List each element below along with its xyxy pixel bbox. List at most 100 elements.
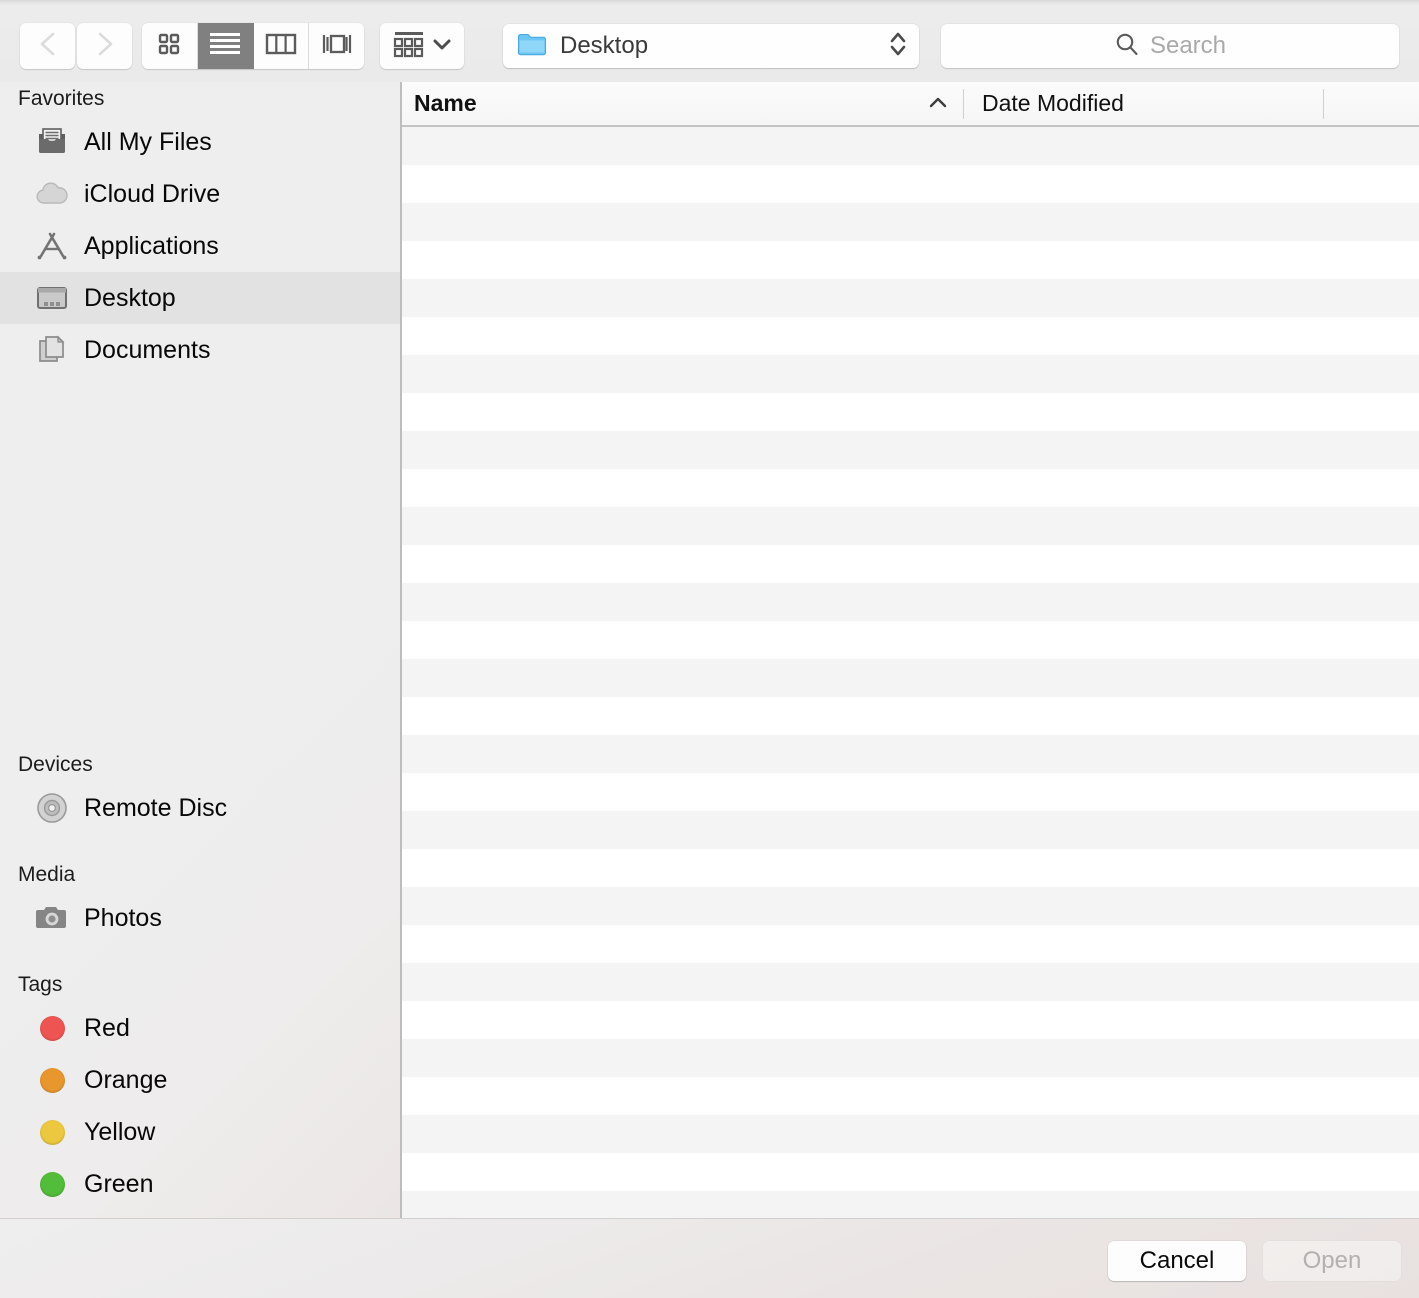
chevron-left-icon [37, 29, 59, 64]
arrange-grid-icon [393, 29, 425, 64]
tag-dot-icon [34, 1062, 70, 1098]
table-row[interactable] [402, 1077, 1419, 1115]
view-mode-icon-button[interactable] [142, 23, 198, 69]
list-lines-icon [208, 31, 242, 62]
table-row[interactable] [402, 659, 1419, 697]
sidebar-item-applications[interactable]: Applications [0, 220, 400, 272]
tag-dot-icon [34, 1010, 70, 1046]
column-divider[interactable] [1323, 89, 1324, 119]
path-label: Desktop [560, 32, 887, 60]
open-button[interactable]: Open [1263, 1241, 1401, 1281]
view-mode-list-button[interactable] [198, 23, 254, 69]
sidebar-spacer [0, 944, 400, 968]
icon-grid-icon [155, 30, 183, 63]
open-file-dialog: Desktop Search Favorites [0, 0, 1419, 1298]
table-row[interactable] [402, 507, 1419, 545]
table-row[interactable] [402, 735, 1419, 773]
table-row[interactable] [402, 317, 1419, 355]
column-header-date-modified[interactable]: Date Modified [982, 82, 1124, 125]
table-row[interactable] [402, 1039, 1419, 1077]
sort-ascending-icon [927, 95, 949, 116]
table-row[interactable] [402, 773, 1419, 811]
sidebar-item-documents[interactable]: Documents [0, 324, 400, 376]
updown-chevron-icon [887, 27, 909, 66]
columns-icon [265, 32, 297, 61]
sidebar-item-tag-yellow[interactable]: Yellow [0, 1106, 400, 1158]
table-row[interactable] [402, 963, 1419, 1001]
sidebar-item-tag-orange[interactable]: Orange [0, 1054, 400, 1106]
sidebar-item-all-my-files[interactable]: All My Files [0, 116, 400, 168]
search-icon [1114, 31, 1140, 62]
dialog-content: Favorites [0, 82, 1419, 1218]
sidebar-item-label: Remote Disc [84, 794, 227, 823]
file-list[interactable]: Name Date Modified [402, 82, 1419, 1218]
sidebar-item-label: Red [84, 1014, 130, 1043]
sidebar-item-label: Photos [84, 904, 162, 933]
photos-icon [34, 900, 70, 936]
view-mode-column-button[interactable] [254, 23, 310, 69]
table-row[interactable] [402, 431, 1419, 469]
table-row[interactable] [402, 355, 1419, 393]
sidebar-item-tag-green[interactable]: Green [0, 1158, 400, 1210]
sidebar-section-media-title: Media [0, 858, 400, 892]
arrange-by-button[interactable] [380, 23, 464, 69]
forward-button[interactable] [77, 23, 132, 69]
sidebar-section-tags-title: Tags [0, 968, 400, 1002]
sidebar-item-label: Documents [84, 336, 210, 365]
column-divider[interactable] [963, 89, 964, 119]
sidebar-item-tag-red[interactable]: Red [0, 1002, 400, 1054]
sidebar-item-remote-disc[interactable]: Remote Disc [0, 782, 400, 834]
chevron-right-icon [94, 29, 116, 64]
sidebar-item-label: Green [84, 1170, 153, 1199]
search-placeholder: Search [1150, 32, 1226, 60]
table-row[interactable] [402, 697, 1419, 735]
remote-disc-icon [34, 790, 70, 826]
back-button[interactable] [20, 23, 75, 69]
table-row[interactable] [402, 393, 1419, 431]
sidebar-section-favorites-title: Favorites [0, 82, 400, 116]
column-header-name[interactable]: Name [414, 82, 477, 125]
sidebar-item-desktop[interactable]: Desktop [0, 272, 400, 324]
table-row[interactable] [402, 887, 1419, 925]
sidebar: Favorites [0, 82, 400, 1218]
sidebar-section-devices-title: Devices [0, 748, 400, 782]
cancel-button[interactable]: Cancel [1108, 1241, 1246, 1281]
table-row[interactable] [402, 1153, 1419, 1191]
sidebar-item-label: Applications [84, 232, 219, 261]
sidebar-item-label: iCloud Drive [84, 180, 220, 209]
table-row[interactable] [402, 1001, 1419, 1039]
file-list-column-header: Name Date Modified [402, 82, 1419, 127]
table-row[interactable] [402, 811, 1419, 849]
path-popup-button[interactable]: Desktop [503, 24, 919, 68]
table-row[interactable] [402, 127, 1419, 165]
all-my-files-icon [34, 124, 70, 160]
sidebar-item-photos[interactable]: Photos [0, 892, 400, 944]
search-field[interactable]: Search [941, 24, 1399, 68]
sidebar-item-label: All My Files [84, 128, 212, 157]
view-mode-segmented-control[interactable] [142, 23, 364, 69]
toolbar: Desktop Search [0, 5, 1419, 82]
table-row[interactable] [402, 583, 1419, 621]
table-row[interactable] [402, 621, 1419, 659]
folder-icon [517, 31, 547, 61]
table-row[interactable] [402, 469, 1419, 507]
table-row[interactable] [402, 1191, 1419, 1218]
view-mode-coverflow-button[interactable] [309, 23, 364, 69]
table-row[interactable] [402, 925, 1419, 963]
icloud-drive-icon [34, 176, 70, 212]
table-row[interactable] [402, 203, 1419, 241]
sidebar-spacer [0, 834, 400, 858]
table-row[interactable] [402, 1115, 1419, 1153]
file-list-rows[interactable] [402, 127, 1419, 1218]
coverflow-icon [320, 32, 354, 61]
sidebar-item-label: Orange [84, 1066, 167, 1095]
table-row[interactable] [402, 279, 1419, 317]
sidebar-spacer [0, 376, 400, 748]
tag-dot-icon [34, 1166, 70, 1202]
table-row[interactable] [402, 241, 1419, 279]
table-row[interactable] [402, 849, 1419, 887]
table-row[interactable] [402, 545, 1419, 583]
sidebar-item-icloud-drive[interactable]: iCloud Drive [0, 168, 400, 220]
table-row[interactable] [402, 165, 1419, 203]
desktop-icon [34, 280, 70, 316]
